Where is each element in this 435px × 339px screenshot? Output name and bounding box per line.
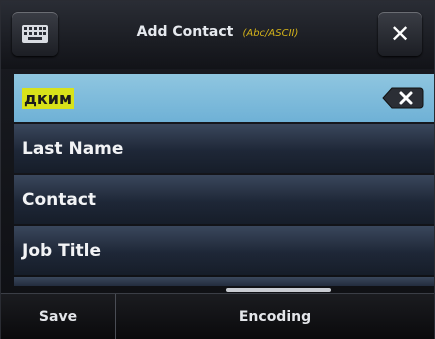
close-icon: ✕ bbox=[389, 20, 411, 48]
backspace-icon[interactable] bbox=[382, 87, 424, 109]
save-label: Save bbox=[38, 308, 78, 325]
title-text: Add Contact bbox=[136, 24, 234, 40]
contact-field[interactable]: Contact bbox=[14, 175, 434, 224]
page-title: Add Contact (Abc/ASCII) bbox=[81, 21, 354, 40]
first-name-value: дким bbox=[22, 87, 75, 109]
close-button[interactable]: ✕ bbox=[378, 12, 422, 56]
softkey-bar: Save Encoding bbox=[1, 293, 434, 339]
scroll-handle[interactable] bbox=[226, 288, 331, 292]
keyboard-icon bbox=[22, 25, 48, 43]
job-title-field[interactable]: Job Title bbox=[14, 226, 434, 275]
encoding-mode-text: (Abc/ASCII) bbox=[242, 28, 299, 39]
keyboard-button[interactable] bbox=[12, 12, 58, 56]
save-button[interactable]: Save bbox=[1, 294, 116, 339]
encoding-button[interactable]: Encoding bbox=[116, 294, 434, 339]
last-name-field[interactable]: Last Name bbox=[14, 124, 434, 173]
encoding-label: Encoding bbox=[238, 308, 312, 325]
phone-screen: Add Contact (Abc/ASCII) ✕ дким Last Name… bbox=[0, 0, 435, 339]
header-bar: Add Contact (Abc/ASCII) ✕ bbox=[1, 1, 434, 69]
first-name-field[interactable]: дким bbox=[14, 74, 434, 122]
contact-form-list: дким Last Name Contact Job Title bbox=[14, 74, 434, 286]
last-name-label: Last Name bbox=[22, 138, 124, 159]
next-field-partial[interactable] bbox=[14, 277, 434, 286]
contact-label: Contact bbox=[22, 189, 97, 210]
job-title-label: Job Title bbox=[22, 240, 101, 261]
